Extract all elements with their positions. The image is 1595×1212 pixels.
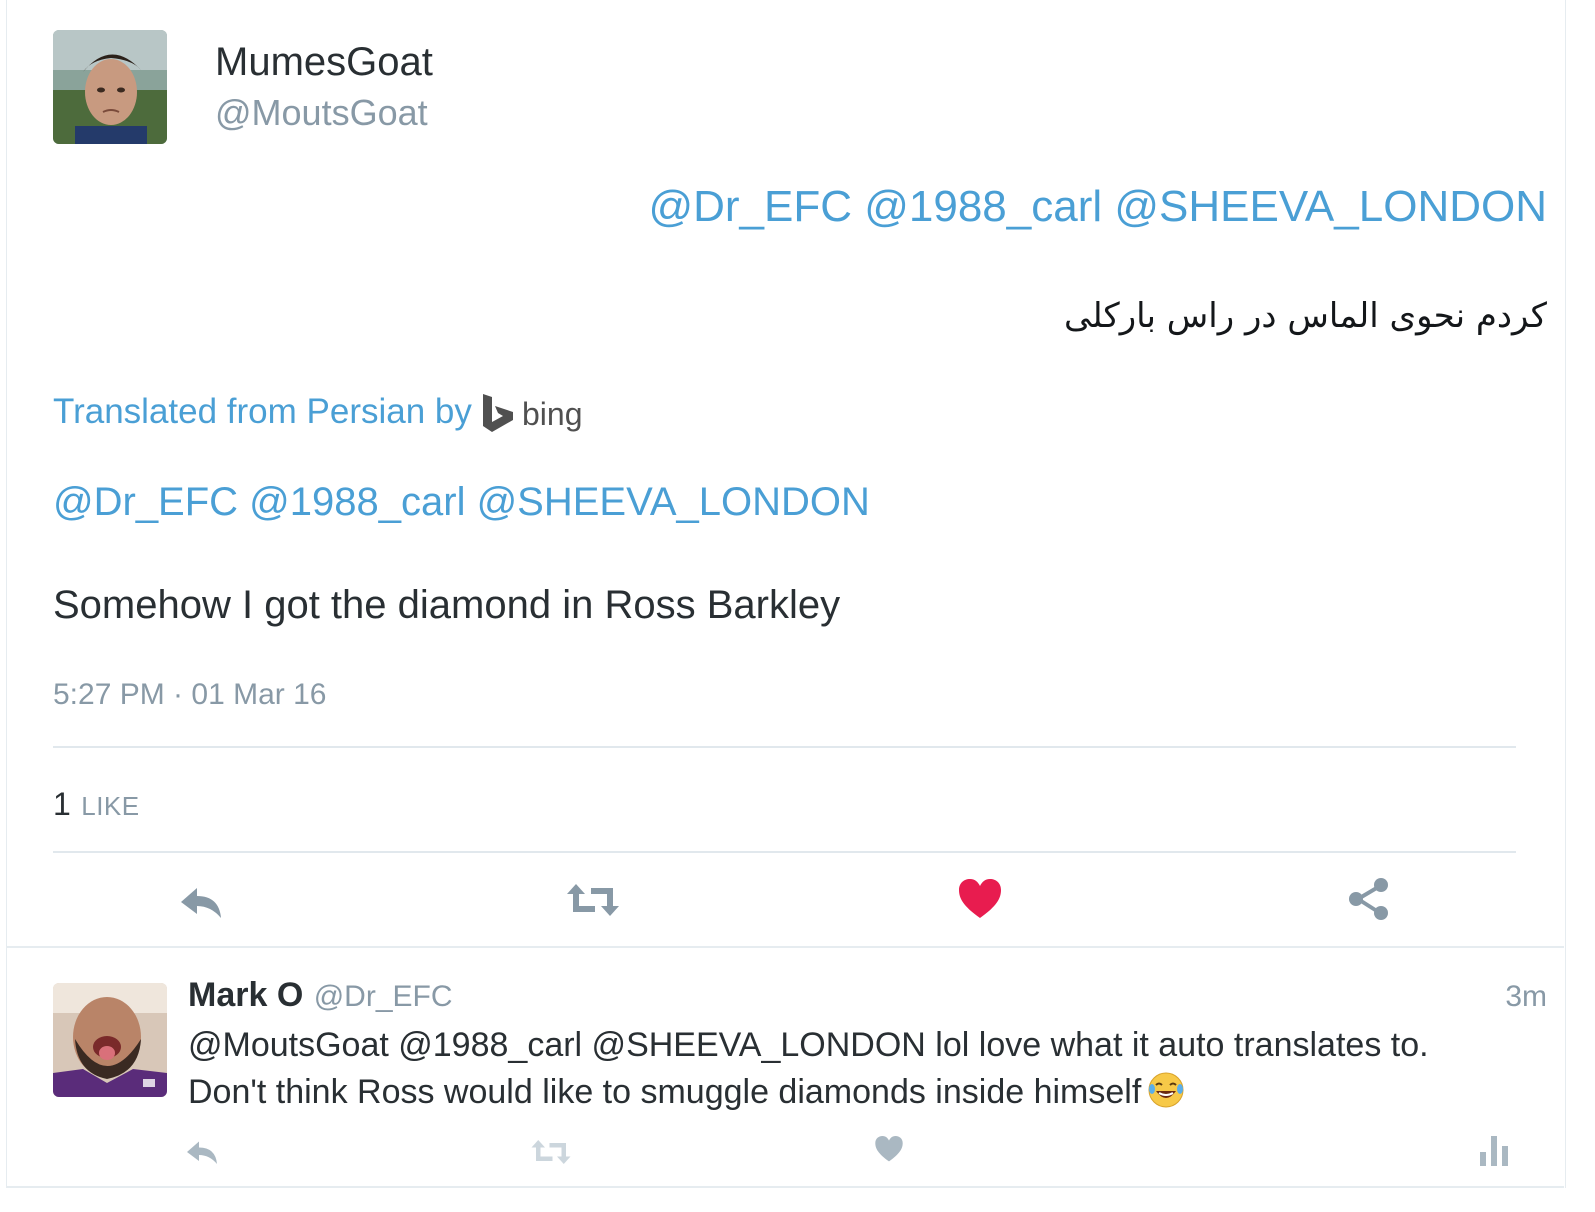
section-divider [6, 1186, 1564, 1188]
bing-logo-icon [481, 392, 515, 434]
reply-author-handle[interactable]: @Dr_EFC [314, 980, 453, 1013]
reply-icon[interactable] [177, 878, 225, 926]
translation-label[interactable]: Translated from Persian by [53, 392, 472, 432]
likes-summary[interactable]: 1 LIKE [53, 786, 140, 823]
tweet-timestamp: 5:27 PM · 01 Mar 16 [53, 678, 327, 711]
likes-count: 1 [53, 786, 71, 822]
translated-tweet-text: Somehow I got the diamond in Ross Barkle… [53, 583, 841, 627]
reply-header: Mark O @Dr_EFC [188, 976, 453, 1015]
original-mentions[interactable]: @Dr_EFC @1988_carl @SHEEVA_LONDON [648, 182, 1547, 232]
reply-text-line: @MoutsGoat @1988_carl @SHEEVA_LONDON lol… [188, 1026, 1429, 1064]
original-tweet-text: کردم نحوی الماس در راس بارکلی [1063, 296, 1547, 336]
retweet-icon[interactable] [530, 1134, 572, 1170]
reply-avatar[interactable] [53, 983, 167, 1097]
divider [53, 746, 1516, 748]
divider [53, 851, 1516, 853]
reply-text-line-content: Don't think Ross would like to smuggle d… [188, 1073, 1142, 1111]
section-divider [6, 946, 1564, 948]
reply-author-name[interactable]: Mark O [188, 976, 303, 1014]
heart-icon[interactable] [874, 1134, 910, 1170]
author-handle[interactable]: @MoutsGoat [215, 92, 428, 134]
avatar[interactable] [53, 30, 167, 144]
retweet-icon[interactable] [565, 876, 621, 924]
reply-icon[interactable] [184, 1134, 220, 1170]
reply-text: @MoutsGoat @1988_carl @SHEEVA_LONDON lol… [188, 1022, 1518, 1116]
likes-label: LIKE [81, 791, 140, 821]
author-display-name[interactable]: MumesGoat [215, 40, 433, 85]
face-with-tears-of-joy-icon [1147, 1071, 1185, 1109]
share-icon[interactable] [1346, 876, 1394, 924]
analytics-icon[interactable] [1478, 1132, 1514, 1168]
heart-icon[interactable] [957, 876, 1005, 924]
reply-time: 3m [1505, 980, 1547, 1013]
reply-text-line: Don't think Ross would like to smuggle d… [188, 1069, 1518, 1116]
translation-provider: bing [522, 396, 583, 432]
translated-mentions[interactable]: @Dr_EFC @1988_carl @SHEEVA_LONDON [53, 480, 870, 525]
